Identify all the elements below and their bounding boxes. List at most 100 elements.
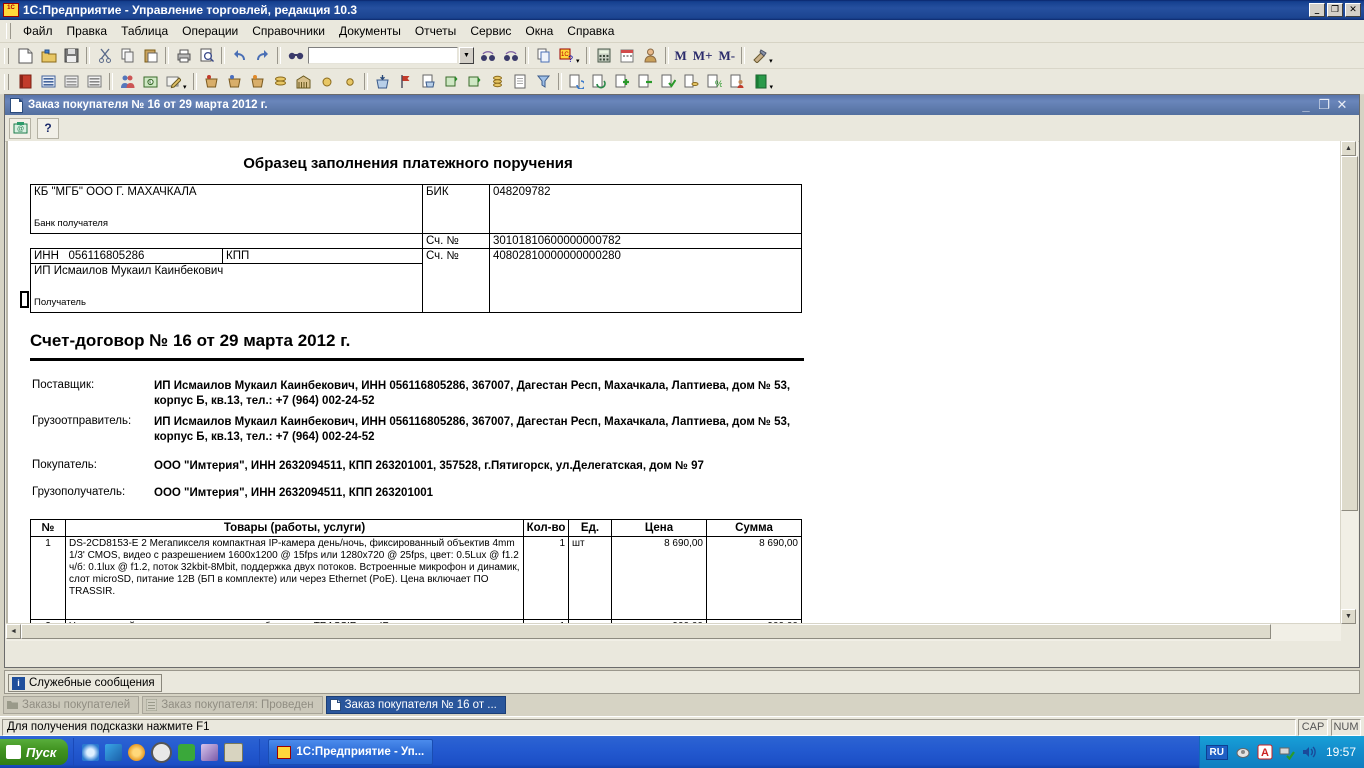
doc-return-icon[interactable]: [566, 71, 587, 92]
menu-item-catalogs[interactable]: Справочники: [245, 22, 332, 40]
doc-check-icon[interactable]: [658, 71, 679, 92]
search-input[interactable]: [308, 47, 458, 64]
basket-orange-icon[interactable]: [247, 71, 268, 92]
window-tab-order-posted[interactable]: Заказ покупателя: Проведен: [142, 696, 323, 714]
calculator-icon[interactable]: [594, 45, 615, 66]
scroll-up-button[interactable]: ▲: [1341, 141, 1356, 156]
warehouse-icon[interactable]: [293, 71, 314, 92]
paste-icon[interactable]: [140, 45, 161, 66]
start-button[interactable]: Пуск: [0, 739, 69, 765]
internet-explorer-icon[interactable]: [82, 743, 100, 761]
undo-icon[interactable]: [229, 45, 250, 66]
list-blue-icon[interactable]: [38, 71, 59, 92]
basket-in-icon[interactable]: [372, 71, 393, 92]
horizontal-scroll-thumb[interactable]: [21, 624, 1271, 639]
basket-red-icon[interactable]: [201, 71, 222, 92]
memory-button-m-plus[interactable]: M+: [693, 48, 713, 64]
copy-icon[interactable]: [117, 45, 138, 66]
coin-small-icon[interactable]: [316, 71, 337, 92]
doc-basket-icon[interactable]: [418, 71, 439, 92]
money-box-icon[interactable]: $: [140, 71, 161, 92]
window-tab-order-16[interactable]: Заказ покупателя № 16 от ...: [325, 696, 506, 714]
coins-list-icon[interactable]: [681, 71, 702, 92]
chevron-down-icon[interactable]: ▼: [459, 47, 474, 64]
menu-item-table[interactable]: Таблица: [114, 22, 175, 40]
coins-stack-icon[interactable]: [487, 71, 508, 92]
copy-link-icon[interactable]: [533, 45, 554, 66]
basket-blue-icon[interactable]: [224, 71, 245, 92]
network-icon[interactable]: [1279, 744, 1295, 761]
flag-pin-icon[interactable]: [395, 71, 416, 92]
find-next-icon[interactable]: [477, 45, 498, 66]
language-indicator[interactable]: RU: [1205, 744, 1228, 760]
floppy-save-icon[interactable]: [224, 742, 244, 762]
horizontal-scrollbar[interactable]: ◄: [6, 623, 1341, 641]
save-icon[interactable]: [61, 45, 82, 66]
vertical-scrollbar[interactable]: ▲ ▼: [1340, 141, 1358, 624]
doc-percent-icon[interactable]: %: [704, 71, 725, 92]
window-tab-orders-list[interactable]: Заказы покупателей: [3, 696, 140, 714]
menu-grip[interactable]: [6, 23, 11, 39]
task-button-1c[interactable]: 1С:Предприятие - Уп...: [268, 739, 434, 765]
cut-icon[interactable]: [94, 45, 115, 66]
document-restore-button[interactable]: ❐: [1315, 97, 1333, 113]
orange-globe-icon[interactable]: [128, 743, 146, 761]
toolbar-overflow-caret[interactable]: ▾: [576, 57, 580, 68]
toolbar2-overflow-caret[interactable]: ▾: [183, 83, 187, 94]
list-print-icon[interactable]: [84, 71, 105, 92]
menu-item-service[interactable]: Сервис: [463, 22, 518, 40]
print-screen-icon[interactable]: @: [9, 117, 31, 139]
toolbar-grip[interactable]: [4, 47, 9, 64]
service-messages-tab[interactable]: i Служебные сообщения: [8, 674, 162, 692]
open-folder-icon[interactable]: [38, 45, 59, 66]
menu-item-operations[interactable]: Операции: [175, 22, 245, 40]
redo-icon[interactable]: [252, 45, 273, 66]
browser-icon[interactable]: [105, 743, 123, 761]
clock[interactable]: 19:57: [1326, 745, 1356, 759]
doc-user-icon[interactable]: [727, 71, 748, 92]
scroll-left-button[interactable]: ◄: [6, 624, 21, 639]
menu-item-help[interactable]: Справка: [560, 22, 621, 40]
about-1c-icon[interactable]: 1C?: [556, 45, 577, 66]
scroll-down-button[interactable]: ▼: [1341, 609, 1356, 624]
document-minimize-button[interactable]: _: [1297, 98, 1315, 113]
new-document-icon[interactable]: [15, 45, 36, 66]
coins-icon[interactable]: [270, 71, 291, 92]
menu-item-edit[interactable]: Правка: [60, 22, 115, 40]
headphones-icon[interactable]: [151, 741, 173, 763]
mouse-icon[interactable]: [1235, 744, 1251, 760]
settings-hammer-icon[interactable]: [749, 45, 770, 66]
refresh-icon[interactable]: [589, 71, 610, 92]
menu-item-reports[interactable]: Отчеты: [408, 22, 463, 40]
help-icon[interactable]: ?: [37, 117, 59, 139]
vertical-scroll-thumb[interactable]: [1341, 156, 1358, 511]
memory-button-m[interactable]: M: [675, 48, 687, 64]
menu-item-windows[interactable]: Окна: [518, 22, 560, 40]
table-row[interactable]: 1 DS-2CD8153-E 2 Мегапикселя компактная …: [30, 536, 802, 620]
volume-icon[interactable]: [1301, 744, 1317, 760]
antivirus-a-icon[interactable]: A: [1257, 744, 1273, 760]
green-star-icon[interactable]: [178, 743, 196, 761]
book-red-icon[interactable]: [15, 71, 36, 92]
toolbar-overflow-caret-2[interactable]: ▾: [769, 57, 773, 68]
print-icon[interactable]: [173, 45, 194, 66]
print-preview-icon[interactable]: [196, 45, 217, 66]
funnel-icon[interactable]: [533, 71, 554, 92]
list-gray-icon[interactable]: [61, 71, 82, 92]
green-pin-icon[interactable]: [441, 71, 462, 92]
menu-item-file[interactable]: Файл: [16, 22, 60, 40]
plus-icon[interactable]: [612, 71, 633, 92]
document-close-button[interactable]: ✕: [1333, 97, 1351, 113]
maximize-button[interactable]: ❐: [1327, 3, 1343, 17]
green-book-icon[interactable]: [750, 71, 771, 92]
toolbar2-overflow-caret-2[interactable]: ▾: [770, 83, 774, 94]
doc-page-icon[interactable]: [510, 71, 531, 92]
close-button[interactable]: ✕: [1345, 3, 1361, 17]
calendar-icon[interactable]: [617, 45, 638, 66]
menu-item-documents[interactable]: Документы: [332, 22, 408, 40]
toolbar2-grip[interactable]: [4, 73, 9, 90]
spreadsheet-canvas[interactable]: Образец заполнения платежного поручения …: [6, 141, 1341, 624]
find-icon[interactable]: [285, 45, 306, 66]
coin-tiny-icon[interactable]: [339, 71, 360, 92]
person-icon[interactable]: [640, 45, 661, 66]
